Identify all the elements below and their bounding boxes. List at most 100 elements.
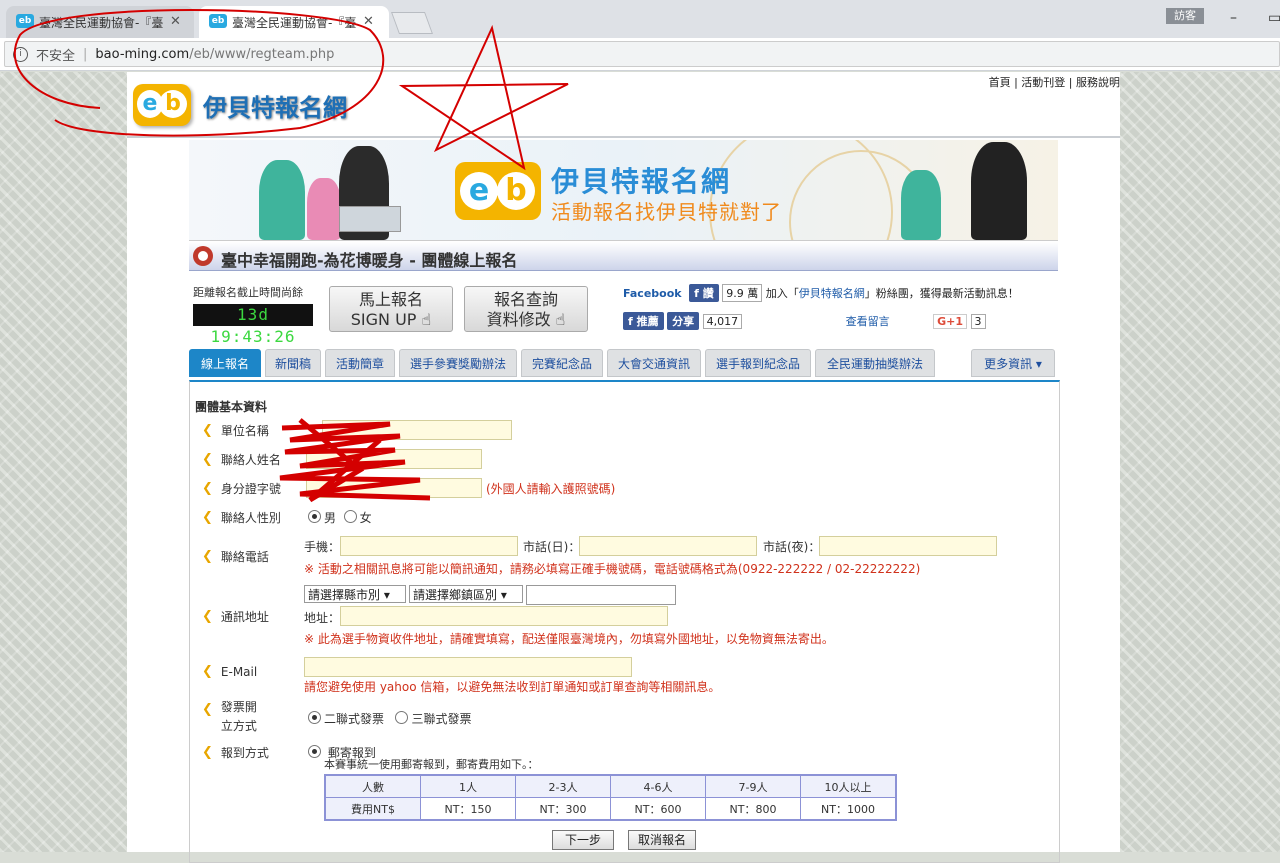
tel-night-label: 市話(夜)： xyxy=(763,540,821,554)
tab-lottery[interactable]: 全民運動抽獎辦法 xyxy=(815,349,935,377)
join-text-pre: 加入「 xyxy=(765,287,799,300)
id-number-label: ❮ 身分證字號 xyxy=(202,480,281,497)
email-text: E-Mail xyxy=(220,664,258,679)
invoice-text-2: 立方式 xyxy=(220,719,257,733)
checkin-text: 報到方式 xyxy=(220,746,269,760)
fanpage-link[interactable]: 伊貝特報名網 xyxy=(799,287,865,300)
email-note: 請您避免使用 yahoo 信箱，以避免無法收到訂單通知或訂單查詢等相關訊息。 xyxy=(304,680,721,694)
gender-male-radio[interactable] xyxy=(308,510,321,523)
share-count: 4,017 xyxy=(702,314,743,329)
query-sublabel: 資料修改 ☝ xyxy=(465,310,587,330)
banner-girl-figure xyxy=(307,178,341,240)
contact-name-input[interactable] xyxy=(306,449,482,469)
fee-cell: NT：800 xyxy=(705,797,801,821)
tel-night-input[interactable] xyxy=(819,536,997,556)
restore-icon[interactable]: ▭ xyxy=(1268,10,1280,26)
chevron-icon: ❮ xyxy=(202,609,213,624)
district-select[interactable]: 請選擇鄉鎮區別 ▾ xyxy=(409,585,523,603)
view-comments-link[interactable]: 查看留言 xyxy=(846,315,890,328)
facebook-icon: f xyxy=(628,315,633,328)
modify-label: 資料修改 xyxy=(486,310,551,329)
invoice-3-part-label: 三聯式發票 xyxy=(411,712,472,726)
url-separator: | xyxy=(83,46,88,62)
gender-female-radio[interactable] xyxy=(343,510,357,523)
fee-header-cell: 2-3人 xyxy=(515,774,611,798)
address-note: ※ 此為選手物資收件地址，請確實填寫，配送僅限臺灣境內，勿填寫外國地址，以免物資… xyxy=(304,632,834,646)
site-favicon-icon: eb xyxy=(16,14,34,28)
phone-note: ※ 活動之相關訊息將可能以簡訊通知，請務必填寫正確手機號碼，電話號碼格式為(09… xyxy=(304,562,921,576)
facebook-share-button[interactable]: 分享 xyxy=(667,312,700,330)
site-logo[interactable]: e b 伊貝特報名網 xyxy=(133,84,347,126)
minimize-icon[interactable]: – xyxy=(1230,10,1237,26)
page-title: 臺中幸福開跑-為花博暖身 - 團體線上報名 xyxy=(221,251,518,270)
fee-cell: NT：300 xyxy=(515,797,611,821)
tab-press[interactable]: 新聞稿 xyxy=(265,349,321,377)
mobile-input[interactable] xyxy=(340,536,518,556)
mail-checkin-radio[interactable] xyxy=(308,745,321,758)
banner-boy-figure xyxy=(901,170,941,240)
tab-finisher-gift[interactable]: 完賽紀念品 xyxy=(521,349,603,377)
invoice-2-part-radio[interactable] xyxy=(308,711,321,724)
sign-up-english: SIGN UP xyxy=(350,310,417,329)
banner-slogan: 活動報名找伊貝特就對了 xyxy=(551,200,782,224)
url-input[interactable]: i 不安全 | bao-ming.com/eb/www/regteam.php xyxy=(4,41,1280,67)
chevron-icon: ❮ xyxy=(202,745,213,760)
top-link-home[interactable]: 首頁 xyxy=(989,76,1011,89)
tab-online-signup[interactable]: 線上報名 xyxy=(189,349,261,377)
invoice-text: 發票開 立方式 xyxy=(221,698,257,737)
browser-tab-2[interactable]: eb 臺灣全民運動協會-『臺 ✕ xyxy=(199,6,389,38)
nav-tabs: 線上報名 新聞稿 活動簡章 選手參賽獎勵辦法 完賽紀念品 大會交通資訊 選手報到… xyxy=(189,349,1058,379)
checkin-note: 本賽事統一使用郵寄報到，郵寄費用如下。： xyxy=(324,758,539,771)
top-link-post[interactable]: 活動刊登 xyxy=(1021,76,1065,89)
sign-up-button[interactable]: 馬上報名 SIGN UP ☝ xyxy=(329,286,453,332)
id-number-text: 身分證字號 xyxy=(220,482,281,496)
browser-tab-1[interactable]: eb 臺灣全民運動協會-『臺 ✕ xyxy=(6,6,194,38)
tab-rewards[interactable]: 選手參賽獎勵辦法 xyxy=(399,349,517,377)
facebook-recommend-button[interactable]: f 推薦 xyxy=(623,312,664,330)
invoice-3-part-radio[interactable] xyxy=(395,711,409,724)
query-modify-button[interactable]: 報名查詢 資料修改 ☝ xyxy=(464,286,588,332)
address-input[interactable] xyxy=(340,606,668,626)
org-name-label: ❮ 單位名稱 xyxy=(202,422,269,439)
org-name-text: 單位名稱 xyxy=(220,424,269,438)
tab-checkin-gift[interactable]: 選手報到紀念品 xyxy=(705,349,811,377)
org-name-input[interactable] xyxy=(322,420,512,440)
banner-child-figure xyxy=(259,160,305,240)
fee-table: 人數 1人 2-3人 4-6人 7-9人 10人以上 費用NT$ NT：150 … xyxy=(324,774,897,821)
invoice-2-part-label: 二聯式發票 xyxy=(324,712,385,726)
swirl-icon xyxy=(193,246,213,266)
tel-day-input[interactable] xyxy=(579,536,757,556)
google-plus-button[interactable]: G+1 xyxy=(933,314,968,329)
fee-header-cell: 7-9人 xyxy=(705,774,801,798)
close-tab-icon[interactable]: ✕ xyxy=(363,14,374,29)
header-divider xyxy=(127,136,1120,138)
email-input[interactable] xyxy=(304,657,632,677)
banner-logo-letter-e: e xyxy=(460,172,498,210)
fee-header-cell: 人數 xyxy=(324,774,421,798)
site-banner: e b 伊貝特報名網 活動報名找伊貝特就對了 xyxy=(189,140,1058,241)
close-tab-icon[interactable]: ✕ xyxy=(170,14,181,29)
tab-transport[interactable]: 大會交通資訊 xyxy=(607,349,701,377)
cancel-registration-button[interactable]: 取消報名 xyxy=(628,830,696,850)
fee-cell: NT：150 xyxy=(420,797,516,821)
tab-more-info[interactable]: 更多資訊 ▾ xyxy=(971,349,1055,377)
top-link-help[interactable]: 服務說明 xyxy=(1076,76,1120,89)
chevron-icon: ❮ xyxy=(202,452,213,467)
mobile-label: 手機： xyxy=(304,540,341,554)
chevron-icon: ❮ xyxy=(202,481,213,496)
facebook-row: Facebook f 讚 9.9 萬 加入「伊貝特報名網」粉絲團，獲得最新活動訊… xyxy=(623,284,1019,302)
new-tab-button[interactable] xyxy=(390,12,434,34)
facebook-like-button[interactable]: f 讚 xyxy=(689,284,719,302)
city-select[interactable]: 請選擇縣市別 ▾ xyxy=(304,585,406,603)
info-icon[interactable]: i xyxy=(13,46,28,62)
fee-header-row: 人數 1人 2-3人 4-6人 7-9人 10人以上 xyxy=(324,774,897,798)
tab-brochure[interactable]: 活動簡章 xyxy=(325,349,395,377)
chevron-icon: ❮ xyxy=(202,702,213,717)
address-text: 通訊地址 xyxy=(220,610,269,624)
guest-profile-badge[interactable]: 訪客 xyxy=(1166,8,1204,24)
zip-input[interactable] xyxy=(526,585,676,605)
eb-logo-icon: e b xyxy=(133,84,191,126)
id-number-input[interactable] xyxy=(306,478,482,498)
next-step-button[interactable]: 下一步 xyxy=(552,830,614,850)
site-favicon-icon: eb xyxy=(209,14,227,28)
